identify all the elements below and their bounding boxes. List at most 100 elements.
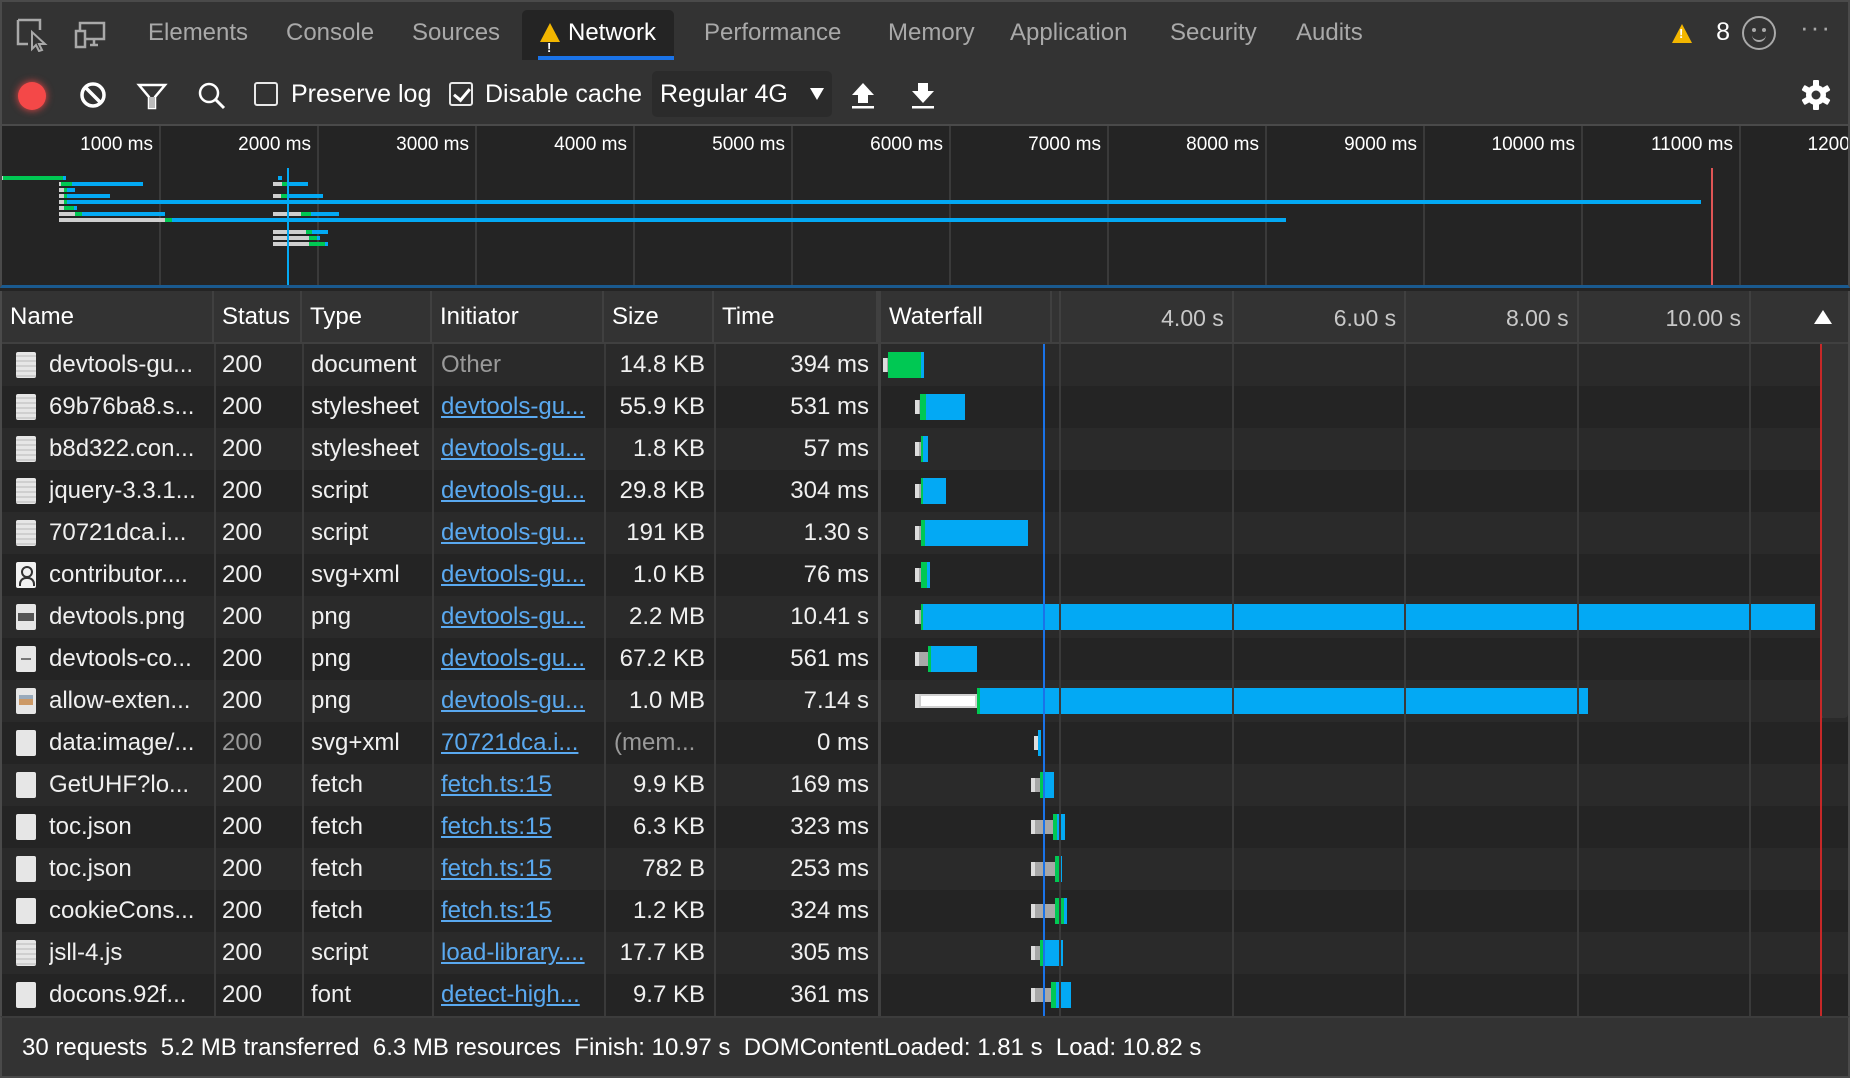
table-row[interactable]: devtools.png 200 png devtools-gu... 2.2 MB 10… <box>2 596 1848 638</box>
column-divider[interactable] <box>214 344 216 1016</box>
table-row[interactable]: jsll-4.js 200 script load-library.... 17.7 K… <box>2 932 1848 974</box>
column-header-time[interactable]: Time <box>714 291 878 344</box>
cell-name: allow-exten... <box>49 687 191 714</box>
tab-sources[interactable]: Sources <box>394 10 518 60</box>
tab-label: Security <box>1170 19 1257 46</box>
table-row[interactable]: toc.json 200 fetch fetch.ts:15 782 B 253 ms <box>2 848 1848 890</box>
column-header-type[interactable]: Type <box>302 291 432 344</box>
cell-initiator[interactable]: detect-high... <box>441 974 599 1016</box>
table-row[interactable]: GetUHF?lo... 200 fetch fetch.ts:15 9.9 KB 169… <box>2 764 1848 806</box>
waterfall-stalled-segment <box>918 652 928 666</box>
record-icon[interactable] <box>18 82 46 110</box>
table-row[interactable]: 70721dca.i... 200 script devtools-gu... 191 … <box>2 512 1848 554</box>
filter-icon[interactable] <box>136 81 168 111</box>
file-blank-icon <box>16 898 36 924</box>
column-header-status[interactable]: Status <box>214 291 302 344</box>
cell-time: 304 ms <box>790 477 869 504</box>
cell-time: 561 ms <box>790 645 869 672</box>
sort-ascending-icon[interactable] <box>1814 310 1832 324</box>
gear-icon[interactable] <box>1800 79 1832 111</box>
tab-console[interactable]: Console <box>268 10 392 60</box>
cell-initiator[interactable]: devtools-gu... <box>441 512 599 554</box>
column-divider[interactable] <box>302 344 304 1016</box>
tab-elements[interactable]: Elements <box>130 10 266 60</box>
cell-initiator[interactable]: devtools-gu... <box>441 638 599 680</box>
cell-initiator[interactable]: fetch.ts:15 <box>441 848 599 890</box>
throttling-select[interactable]: Regular 4G <box>652 71 832 117</box>
overview-request-bar <box>81 212 166 216</box>
table-row[interactable]: devtools-co... 200 png devtools-gu... 67.2 K… <box>2 638 1848 680</box>
cell-initiator[interactable]: 70721dca.i... <box>441 722 599 764</box>
column-divider[interactable] <box>878 344 881 1016</box>
column-header-name[interactable]: Name <box>2 291 214 344</box>
more-options-icon[interactable]: ··· <box>1800 12 1832 43</box>
column-header-size[interactable]: Size <box>604 291 714 344</box>
waterfall-tick-label: 4.00 s <box>1161 305 1224 331</box>
tab-memory[interactable]: Memory <box>870 10 993 60</box>
overview-request-bar <box>272 182 283 186</box>
table-row[interactable]: docons.92f... 200 font detect-high... 9.7 KB… <box>2 974 1848 1016</box>
waterfall-header-divider <box>1576 291 1579 344</box>
cell-status: 200 <box>222 477 263 504</box>
cell-initiator[interactable]: fetch.ts:15 <box>441 764 599 806</box>
table-row[interactable]: data:image/... 200 svg+xml 70721dca.i... (me… <box>2 722 1848 764</box>
network-overview-timeline[interactable]: 1000 ms 2000 ms 3000 ms 4000 ms 5000 ms 6000 … <box>0 126 1850 288</box>
cell-size: 14.8 KB <box>619 351 705 378</box>
summary-load: Load: 10.82 s <box>1055 1034 1202 1061</box>
cell-initiator[interactable]: devtools-gu... <box>441 428 599 470</box>
table-row[interactable]: jquery-3.3.1... 200 script devtools-gu... 29… <box>2 470 1848 512</box>
domcontentloaded-marker <box>1043 344 1046 1016</box>
inspect-element-icon[interactable] <box>14 16 50 52</box>
clear-icon[interactable] <box>78 80 108 110</box>
cell-initiator[interactable]: devtools-gu... <box>441 596 599 638</box>
cell-initiator[interactable]: fetch.ts:15 <box>441 890 599 932</box>
cell-initiator[interactable]: devtools-gu... <box>441 386 599 428</box>
disable-cache-label[interactable]: Disable cache <box>485 80 642 109</box>
table-row[interactable]: allow-exten... 200 png devtools-gu... 1.0 MB… <box>2 680 1848 722</box>
cell-initiator[interactable]: devtools-gu... <box>441 554 599 596</box>
search-icon[interactable] <box>196 80 228 112</box>
cell-initiator[interactable]: load-library.... <box>441 932 599 974</box>
waterfall-waiting-segment <box>887 352 921 378</box>
column-header-waterfall[interactable]: Waterfall <box>878 291 1052 344</box>
smiley-icon[interactable] <box>1742 16 1776 50</box>
warning-count[interactable]: 8 <box>1716 18 1730 47</box>
table-row[interactable]: toc.json 200 fetch fetch.ts:15 6.3 KB 323 ms <box>2 806 1848 848</box>
tab-performance[interactable]: Performance <box>686 10 859 60</box>
column-header-initiator[interactable]: Initiator <box>432 291 604 344</box>
tab-network[interactable]: Network <box>522 10 675 71</box>
cell-status: 200 <box>222 813 263 840</box>
column-divider[interactable] <box>432 344 434 1016</box>
tab-security[interactable]: Security <box>1152 10 1275 60</box>
cell-name: devtools.png <box>49 603 186 630</box>
table-row[interactable]: devtools-gu... 200 document Other 14.8 KB 394… <box>2 344 1848 386</box>
cell-initiator[interactable]: fetch.ts:15 <box>441 806 599 848</box>
tab-audits[interactable]: Audits <box>1278 10 1381 60</box>
cell-initiator[interactable]: devtools-gu... <box>441 680 599 722</box>
warning-icon[interactable] <box>1672 24 1692 43</box>
disable-cache-checkbox[interactable] <box>449 82 473 106</box>
overview-gridline <box>633 126 635 285</box>
tab-application[interactable]: Application <box>992 10 1145 60</box>
file-blank-icon <box>16 730 36 756</box>
preserve-log-checkbox[interactable] <box>254 82 278 106</box>
waterfall-scrollbar[interactable] <box>1820 344 1848 718</box>
overview-request-bar <box>309 236 317 240</box>
preserve-log-label[interactable]: Preserve log <box>291 80 431 109</box>
file-blank-icon <box>16 856 36 882</box>
device-toolbar-icon[interactable] <box>72 16 108 52</box>
column-divider[interactable] <box>604 344 606 1016</box>
cell-time: 305 ms <box>790 939 869 966</box>
cell-initiator[interactable]: devtools-gu... <box>441 470 599 512</box>
table-row[interactable]: b8d322.con... 200 stylesheet devtools-gu...… <box>2 428 1848 470</box>
table-row[interactable]: cookieCons... 200 fetch fetch.ts:15 1.2 KB 32… <box>2 890 1848 932</box>
cell-initiator: Other <box>441 351 502 378</box>
column-divider[interactable] <box>714 344 716 1016</box>
upload-har-icon[interactable] <box>850 81 876 111</box>
cell-time: 0 ms <box>816 729 869 756</box>
download-har-icon[interactable] <box>910 81 936 111</box>
table-row[interactable]: contributor.... 200 svg+xml devtools-gu... 1… <box>2 554 1848 596</box>
cell-size: 9.7 KB <box>632 981 705 1008</box>
cell-time: 10.41 s <box>790 603 869 630</box>
table-row[interactable]: 69b76ba8.s... 200 stylesheet devtools-gu...… <box>2 386 1848 428</box>
